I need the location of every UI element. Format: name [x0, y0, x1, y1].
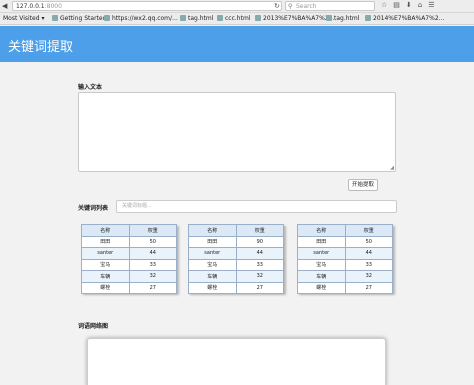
page-icon	[104, 15, 110, 21]
page-title: 关键词提取	[8, 40, 74, 55]
search-icon: ⚲	[288, 3, 293, 10]
app-header: 关键词提取	[0, 26, 474, 62]
keyword-table-1: 名称 权重 田田 50 santer 44 宝马 33 车辆 32 螺栓 27	[81, 224, 177, 294]
keyword-title-input[interactable]: 关键词标题...	[116, 200, 397, 213]
bookmark-wx2[interactable]: https://wx2.qq.com/...	[104, 15, 178, 22]
table-row: santer 44	[297, 247, 393, 260]
table-row: 田田 50	[81, 235, 177, 248]
bookmark-ccc[interactable]: ccc.html	[217, 15, 250, 22]
keyword-table-2: 名称 权重 田田 90 santer 44 宝马 33 车辆 32 螺栓 27	[188, 224, 284, 294]
bookmark-2013[interactable]: 2013%E7%BA%A7%2...	[255, 15, 334, 22]
resize-handle-icon[interactable]: ◢	[390, 165, 394, 171]
url-host: 127.0.0.1	[16, 3, 45, 10]
word-network-graph[interactable]	[87, 338, 386, 385]
table-row: 宝马 33	[188, 258, 284, 271]
table-row: 车辆 32	[188, 270, 284, 283]
table-row: 车辆 32	[297, 270, 393, 283]
table-header-name: 名称	[188, 224, 237, 237]
page-icon	[255, 15, 261, 21]
reload-icon[interactable]: ↻	[274, 2, 280, 10]
url-port: :8000	[44, 3, 62, 10]
bookmark-getting-started[interactable]: Getting Started	[52, 15, 106, 22]
bookmarks-bar: Most Visited ▾ Getting Started https://w…	[0, 13, 474, 25]
table-header-name: 名称	[297, 224, 346, 237]
address-bar[interactable]: 127.0.0.1:8000	[12, 1, 282, 11]
bookmark-tag[interactable]: tag.html	[180, 15, 213, 22]
table-row: santer 44	[81, 247, 177, 260]
table-header-weight: 权重	[235, 224, 284, 237]
table-row: 田田 50	[297, 235, 393, 248]
page-icon	[180, 15, 186, 21]
keyword-list-label: 关键词列表	[78, 205, 109, 212]
search-placeholder: Search	[296, 3, 317, 10]
keyword-table-3: 名称 权重 田田 50 santer 44 宝马 33 车辆 32 螺栓 27	[297, 224, 393, 294]
page-icon	[365, 15, 371, 21]
table-header-weight: 权重	[344, 224, 393, 237]
page-icon	[326, 15, 332, 21]
word-network-label: 词语网络图	[78, 323, 109, 330]
back-icon[interactable]: ◀	[2, 2, 7, 10]
text-input-area[interactable]: ◢	[78, 92, 396, 172]
input-text-label: 输入文本	[78, 84, 103, 91]
bookmark-most-visited[interactable]: Most Visited ▾	[3, 15, 44, 22]
table-row: 螺栓 27	[297, 281, 393, 294]
start-extract-button[interactable]: 开始提取	[348, 179, 378, 191]
browser-search-input[interactable]: ⚲ Search	[285, 1, 375, 11]
bookmark-2014[interactable]: 2014%E7%BA%A7%2...	[365, 15, 444, 22]
firefox-icon	[52, 15, 58, 21]
table-header-name: 名称	[81, 224, 130, 237]
table-row: 螺栓 27	[81, 281, 177, 294]
browser-toolbar: ◀ 127.0.0.1:8000 ↻ ⚲ Search ☆▤⬇⌂☰	[0, 0, 474, 13]
table-row: santer 44	[188, 247, 284, 260]
table-row: 宝马 33	[297, 258, 393, 271]
table-header-weight: 权重	[128, 224, 177, 237]
table-row: 田田 90	[188, 235, 284, 248]
page-icon	[217, 15, 223, 21]
bookmark-tag-2[interactable]: tag.html	[326, 15, 359, 22]
toolbar-icons[interactable]: ☆▤⬇⌂☰	[381, 1, 440, 9]
table-row: 宝马 33	[81, 258, 177, 271]
table-row: 螺栓 27	[188, 281, 284, 294]
table-row: 车辆 32	[81, 270, 177, 283]
